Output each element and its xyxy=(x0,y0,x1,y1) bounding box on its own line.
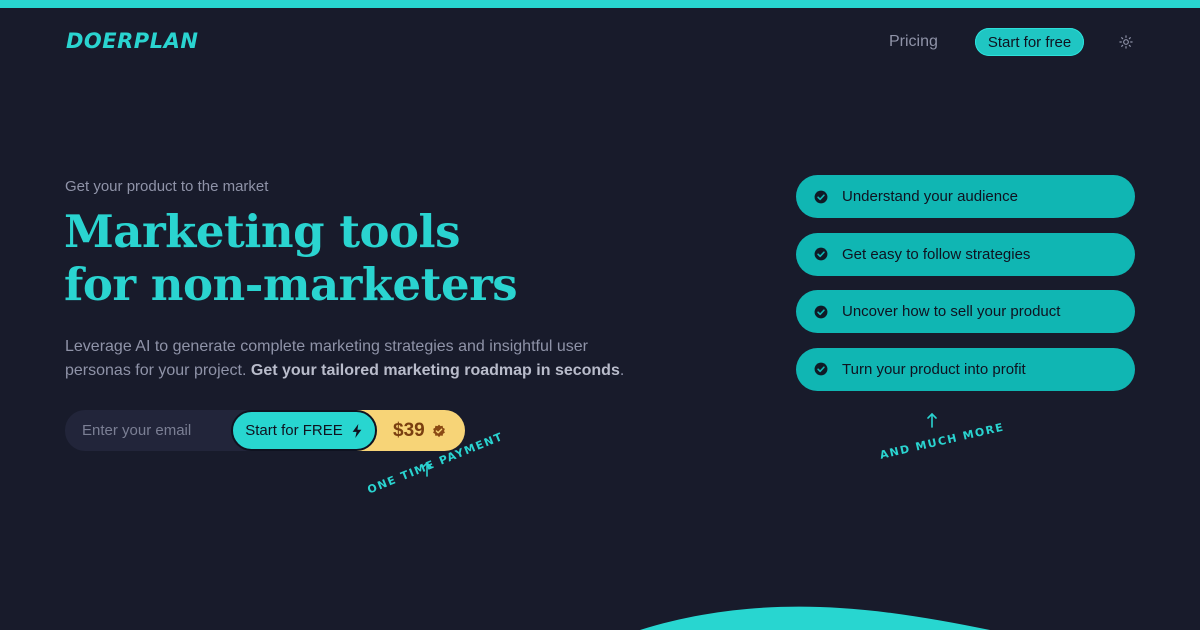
feature-item: Uncover how to sell your product xyxy=(796,290,1135,333)
check-circle-icon xyxy=(814,190,828,204)
arrow-up-icon xyxy=(927,412,937,428)
feature-label: Uncover how to sell your product xyxy=(842,303,1061,320)
check-circle-icon xyxy=(814,362,828,376)
verified-badge-icon xyxy=(432,424,446,438)
check-circle-icon xyxy=(814,305,828,319)
feature-item: Get easy to follow strategies xyxy=(796,232,1135,276)
headline-line-1: Marketing tools xyxy=(64,205,460,258)
much-more-note: AND MUCH MORE xyxy=(878,420,1006,462)
logo[interactable]: DOERPLAN xyxy=(66,29,198,53)
price-value: $39 xyxy=(393,419,425,441)
lightning-icon xyxy=(352,423,362,438)
feature-item: Turn your product into profit xyxy=(796,347,1135,391)
description-highlight: Get your tailored marketing roadmap in s… xyxy=(250,362,620,379)
feature-label: Turn your product into profit xyxy=(842,360,1026,378)
sun-icon xyxy=(1119,35,1133,49)
site-header: DOERPLAN Pricing Start for free xyxy=(0,0,1200,84)
hero-headline: Marketing tools for non-marketers xyxy=(64,205,518,311)
hero-description: Leverage AI to generate complete marketi… xyxy=(65,335,625,383)
start-free-button[interactable]: Start for FREE xyxy=(231,410,377,451)
check-circle-icon xyxy=(814,247,828,261)
theme-toggle-button[interactable] xyxy=(1117,33,1135,51)
nav-pricing-link[interactable]: Pricing xyxy=(889,33,938,51)
start-free-label: Start for FREE xyxy=(245,422,343,439)
feature-label: Understand your audience xyxy=(842,188,1018,205)
headline-line-2: for non-marketers xyxy=(64,258,518,311)
feature-label: Get easy to follow strategies xyxy=(842,245,1031,263)
hero-eyebrow: Get your product to the market xyxy=(65,178,269,195)
description-end: . xyxy=(619,362,625,379)
feature-list: Understand your audience Get easy to fol… xyxy=(796,175,1135,405)
bottom-wave-decoration xyxy=(640,606,990,630)
header-start-free-button[interactable]: Start for free xyxy=(975,28,1084,56)
feature-item: Understand your audience xyxy=(796,175,1135,218)
